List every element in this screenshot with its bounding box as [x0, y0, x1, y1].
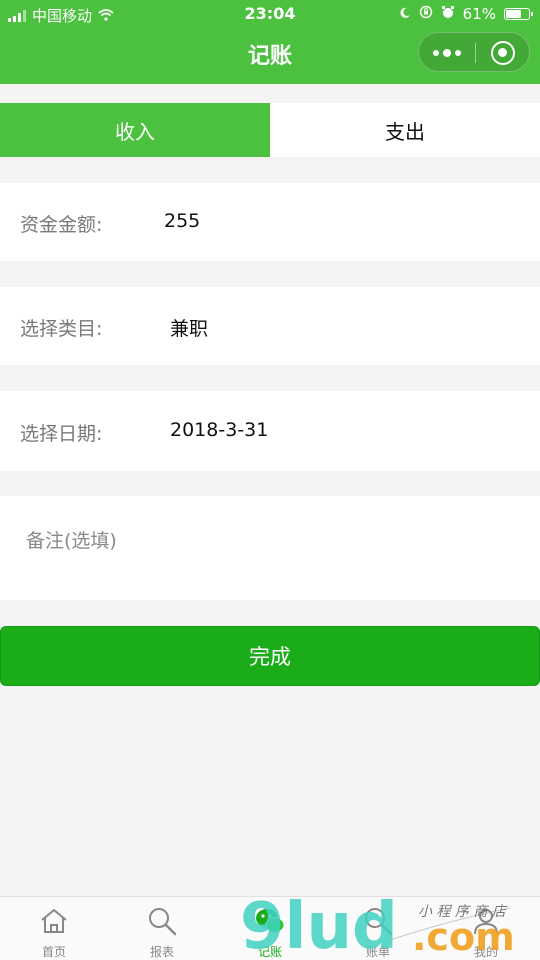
tab-expense[interactable]: 支出: [270, 103, 540, 157]
chat-icon: [256, 909, 285, 933]
tabbar-label-report: 报表: [149, 945, 174, 959]
close-program-icon[interactable]: [491, 41, 515, 65]
search-icon: [149, 908, 177, 936]
tabbar-item-bookkeeping[interactable]: 记账: [216, 897, 324, 960]
tabbar-item-mine[interactable]: 我的: [432, 897, 540, 960]
more-icon[interactable]: [433, 33, 461, 73]
tabbar-item-bill[interactable]: 账单: [324, 897, 432, 960]
amount-row[interactable]: 资金金额: 255: [0, 183, 540, 261]
status-bar: 中国移动 23:04 61%: [0, 0, 540, 28]
tabbar-label-bill: 账单: [365, 945, 390, 959]
battery-text: 61%: [462, 5, 496, 23]
tabbar-label-mine: 我的: [473, 945, 498, 959]
amount-label: 资金金额:: [20, 214, 103, 236]
tabbar-label-home: 首页: [41, 945, 66, 959]
tabbar-item-report[interactable]: 报表: [108, 897, 216, 960]
done-button[interactable]: 完成: [0, 626, 540, 686]
category-picker[interactable]: 兼职: [170, 314, 208, 341]
date-row[interactable]: 选择日期: 2018-3-31: [0, 391, 540, 471]
category-label: 选择类目:: [20, 318, 103, 340]
type-tabs: 收入 支出: [0, 103, 540, 157]
date-label: 选择日期:: [20, 423, 103, 445]
top-bar: 中国移动 23:04 61% 记账: [0, 0, 540, 84]
lock-rotation-icon: [419, 5, 433, 23]
search-icon: [365, 908, 393, 936]
amount-input[interactable]: 255: [164, 210, 200, 232]
battery-icon: [504, 8, 533, 20]
note-field[interactable]: 备注(选填): [0, 496, 540, 600]
user-icon: [474, 909, 498, 935]
tabbar-item-home[interactable]: 首页: [0, 897, 108, 960]
bottom-tab-bar: 首页 报表 记账 账单 我的: [0, 896, 540, 960]
note-placeholder: 备注(选填): [26, 530, 117, 552]
mini-program-capsule: [418, 32, 530, 72]
tabbar-label-bookkeeping: 记账: [257, 945, 282, 959]
capsule-divider: [475, 43, 476, 63]
date-picker[interactable]: 2018-3-31: [170, 419, 268, 441]
category-row[interactable]: 选择类目: 兼职: [0, 287, 540, 365]
alarm-icon: [441, 5, 455, 23]
moon-icon: [399, 5, 411, 23]
tab-income[interactable]: 收入: [0, 103, 270, 157]
home-icon: [41, 909, 67, 933]
